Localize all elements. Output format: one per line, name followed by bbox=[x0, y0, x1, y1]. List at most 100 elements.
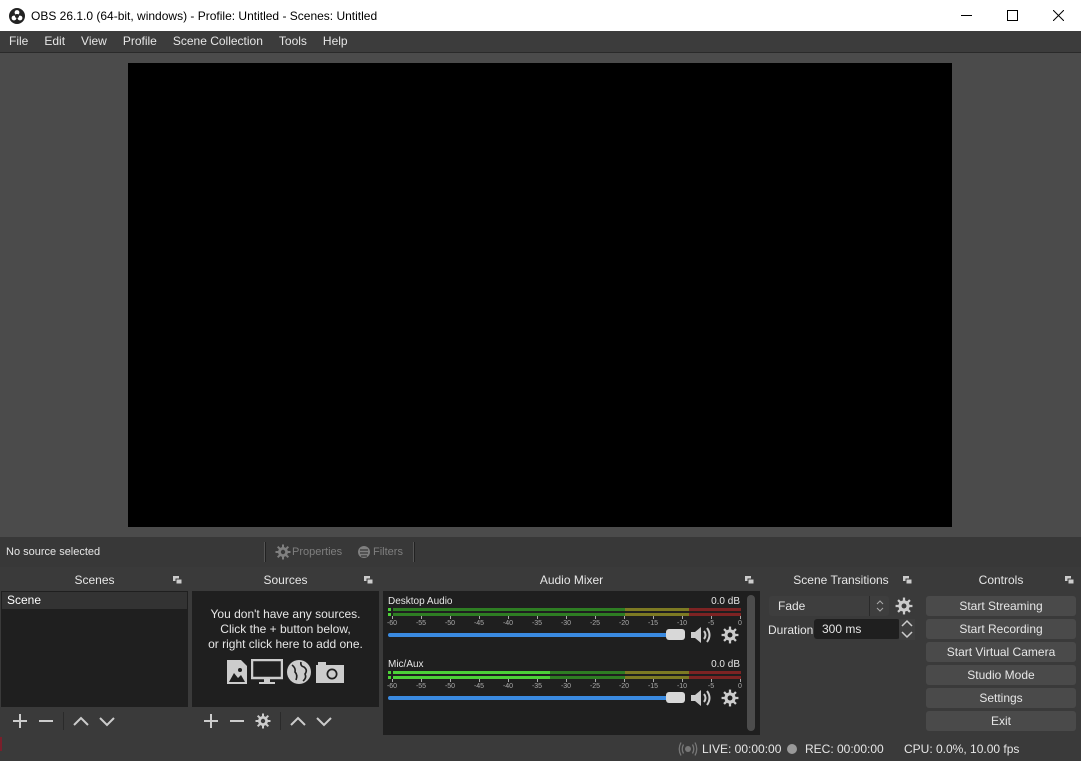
meter-tick-label: -40 bbox=[503, 683, 513, 690]
cpu-fps: CPU: 0.0%, 10.00 fps bbox=[904, 742, 1019, 756]
float-dock-icon[interactable] bbox=[364, 576, 373, 584]
meter-tick bbox=[566, 616, 567, 619]
start-recording-button[interactable]: Start Recording bbox=[926, 619, 1076, 639]
studio-mode-button[interactable]: Studio Mode bbox=[926, 665, 1076, 685]
volume-track bbox=[388, 633, 670, 637]
move-source-down-button[interactable] bbox=[311, 710, 337, 732]
meter-tick bbox=[624, 679, 625, 682]
speaker-icon[interactable] bbox=[690, 688, 714, 708]
meter-tick bbox=[682, 679, 683, 682]
mixer-scrollbar[interactable] bbox=[747, 595, 755, 731]
scenes-dock-header: Scenes bbox=[1, 570, 188, 591]
mixer-channel-mic-aux: Mic/Aux 0.0 dB -60-55-50-45-40-35-30-25-… bbox=[388, 659, 742, 719]
float-dock-icon[interactable] bbox=[173, 576, 182, 584]
live-time: LIVE: 00:00:00 bbox=[702, 742, 781, 756]
float-dock-icon[interactable] bbox=[745, 576, 754, 584]
menu-scene-collection[interactable]: Scene Collection bbox=[165, 31, 271, 52]
chevron-up-icon bbox=[73, 713, 89, 729]
minimize-button[interactable] bbox=[943, 0, 989, 31]
start-streaming-button[interactable]: Start Streaming bbox=[926, 596, 1076, 616]
mixer-channel-desktop-audio: Desktop Audio 0.0 dB -60-55-50-45-40-35-… bbox=[388, 596, 742, 656]
record-dot-icon bbox=[787, 744, 797, 754]
settings-button[interactable]: Settings bbox=[926, 688, 1076, 708]
monitor-icon bbox=[251, 659, 283, 685]
volume-meter bbox=[388, 608, 740, 616]
meter-tick bbox=[508, 616, 509, 619]
move-scene-up-button[interactable] bbox=[68, 710, 94, 732]
menu-tools[interactable]: Tools bbox=[271, 31, 315, 52]
transition-select[interactable]: Fade bbox=[769, 596, 889, 616]
scene-transitions-dock: Scene Transitions Fade Duration 300 ms bbox=[764, 570, 918, 735]
duration-input[interactable]: 300 ms bbox=[814, 619, 900, 639]
meter-tick bbox=[537, 616, 538, 619]
move-source-up-button[interactable] bbox=[285, 710, 311, 732]
meter-tick bbox=[479, 616, 480, 619]
meter-tick-label: -25 bbox=[590, 620, 600, 627]
source-properties-button[interactable] bbox=[250, 710, 276, 732]
meter-tick bbox=[392, 679, 393, 682]
menu-edit[interactable]: Edit bbox=[36, 31, 73, 52]
preview-area bbox=[0, 52, 1081, 537]
live-status: LIVE: 00:00:00 bbox=[678, 742, 781, 756]
speaker-icon[interactable] bbox=[690, 625, 714, 645]
globe-icon bbox=[286, 659, 312, 685]
start-virtual-camera-button[interactable]: Start Virtual Camera bbox=[926, 642, 1076, 662]
sources-dock: Sources You don't have any sources. Clic… bbox=[192, 570, 379, 735]
gear-icon[interactable] bbox=[721, 626, 739, 644]
meter-tick-label: -10 bbox=[677, 683, 687, 690]
volume-handle[interactable] bbox=[666, 692, 685, 703]
sources-empty-message: You don't have any sources. Click the + … bbox=[192, 607, 379, 652]
meter-peak-dot bbox=[388, 613, 391, 616]
float-dock-icon[interactable] bbox=[903, 576, 912, 584]
remove-source-button[interactable] bbox=[224, 710, 250, 732]
volume-slider[interactable] bbox=[388, 695, 684, 701]
divider bbox=[264, 542, 266, 562]
preview-canvas[interactable] bbox=[128, 63, 952, 527]
gear-icon[interactable] bbox=[721, 689, 739, 707]
float-dock-icon[interactable] bbox=[1065, 576, 1074, 584]
menu-file[interactable]: File bbox=[1, 31, 36, 52]
scene-list-item[interactable]: Scene bbox=[2, 592, 187, 609]
close-icon bbox=[1053, 10, 1064, 21]
controls-title: Controls bbox=[979, 573, 1024, 587]
rec-status: REC: 00:00:00 bbox=[787, 742, 884, 756]
audio-mixer-title: Audio Mixer bbox=[540, 573, 603, 587]
add-scene-button[interactable] bbox=[7, 710, 33, 732]
meter-segment bbox=[625, 671, 689, 674]
remove-scene-button[interactable] bbox=[33, 710, 59, 732]
add-source-button[interactable] bbox=[198, 710, 224, 732]
exit-button[interactable]: Exit bbox=[926, 711, 1076, 731]
empty-line: or right click here to add one. bbox=[192, 637, 379, 652]
meter-tick-label: -15 bbox=[648, 620, 658, 627]
meter-segment bbox=[689, 671, 741, 674]
meter-tick-label: -60 bbox=[387, 620, 397, 627]
empty-line: Click the + button below, bbox=[192, 622, 379, 637]
meter-tick bbox=[450, 679, 451, 682]
cpu-status: CPU: 0.0%, 10.00 fps bbox=[904, 742, 1019, 756]
status-bar: LIVE: 00:00:00 REC: 00:00:00 CPU: 0.0%, … bbox=[0, 737, 1081, 761]
menu-view[interactable]: View bbox=[73, 31, 115, 52]
maximize-icon bbox=[1007, 10, 1018, 21]
scenes-list[interactable]: Scene bbox=[1, 591, 188, 707]
chevron-up-icon bbox=[290, 713, 306, 729]
filters-label: Filters bbox=[373, 546, 403, 558]
meter-tick bbox=[508, 679, 509, 682]
close-button[interactable] bbox=[1035, 0, 1081, 31]
duration-spinner[interactable] bbox=[899, 619, 915, 640]
scene-transitions-title: Scene Transitions bbox=[793, 573, 888, 587]
move-scene-down-button[interactable] bbox=[94, 710, 120, 732]
maximize-button[interactable] bbox=[989, 0, 1035, 31]
transition-properties-gear-icon[interactable] bbox=[895, 597, 913, 615]
meter-peak-dot bbox=[388, 608, 391, 611]
minus-icon bbox=[229, 713, 245, 729]
meter-tick bbox=[595, 679, 596, 682]
sources-toolbar bbox=[192, 707, 379, 735]
filters-button[interactable]: Filters bbox=[356, 544, 403, 560]
volume-handle[interactable] bbox=[666, 629, 685, 640]
menu-profile[interactable]: Profile bbox=[115, 31, 165, 52]
volume-slider[interactable] bbox=[388, 632, 684, 638]
sources-list[interactable]: You don't have any sources. Click the + … bbox=[192, 591, 379, 707]
filters-icon bbox=[356, 544, 372, 560]
properties-button[interactable]: Properties bbox=[275, 544, 342, 560]
menu-help[interactable]: Help bbox=[315, 31, 356, 52]
